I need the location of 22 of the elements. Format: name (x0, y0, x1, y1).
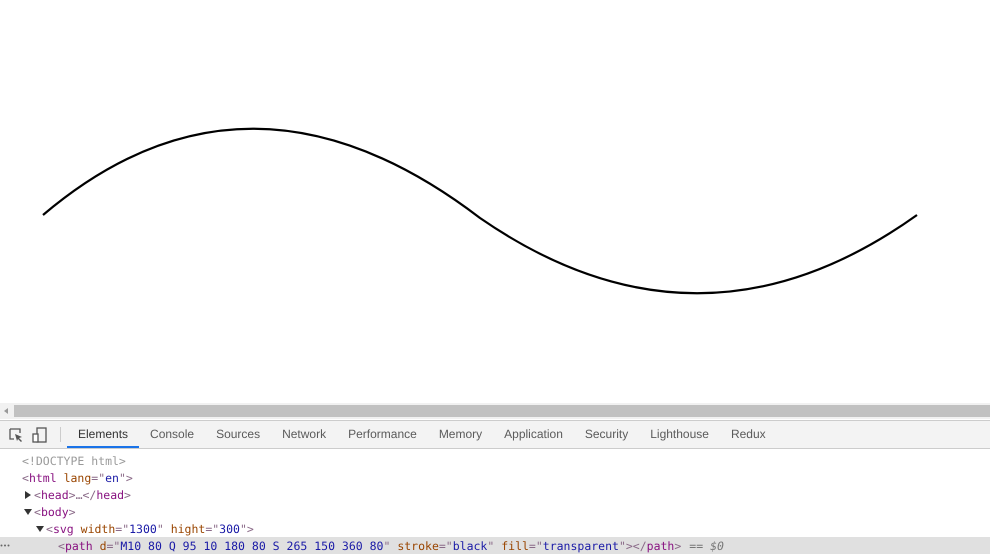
devtools-tab[interactable]: Redux (720, 421, 777, 448)
devtools-tab[interactable]: Performance (337, 421, 428, 448)
dom-node-text[interactable]: <head>…</head> (34, 488, 131, 502)
dom-node-text[interactable]: <svg width="1300" hight="300"> (46, 522, 254, 536)
horizontal-scrollbar-thumb[interactable] (14, 405, 990, 417)
collapsed-triangle-icon[interactable] (24, 490, 32, 498)
devtools-tab[interactable]: Security (574, 421, 640, 448)
dom-node-text[interactable]: <html lang="en"> (22, 470, 133, 484)
device-toolbar-icon[interactable] (32, 426, 48, 442)
dom-node-text[interactable]: <body> (34, 504, 76, 518)
expanded-triangle-icon[interactable] (36, 524, 44, 532)
more-dots-icon[interactable] (0, 544, 10, 547)
devtools-tab[interactable]: Application (493, 421, 574, 448)
devtools-tab[interactable]: Memory (428, 421, 494, 448)
devtools-tab[interactable]: Lighthouse (639, 421, 720, 448)
inspect-cursor-icon[interactable] (8, 426, 24, 442)
dom-node-text[interactable]: <path d="M10 80 Q 95 10 180 80 S 265 150 360 80" stroke="black" fill="transparent"></path> (58, 538, 682, 552)
devtools-tab[interactable]: Network (271, 421, 338, 448)
expanded-triangle-icon[interactable] (24, 508, 32, 516)
devtools-tab[interactable]: Console (139, 421, 206, 448)
selection-marker: == $0 (689, 538, 724, 552)
devtools-tab[interactable]: Sources (205, 421, 272, 448)
